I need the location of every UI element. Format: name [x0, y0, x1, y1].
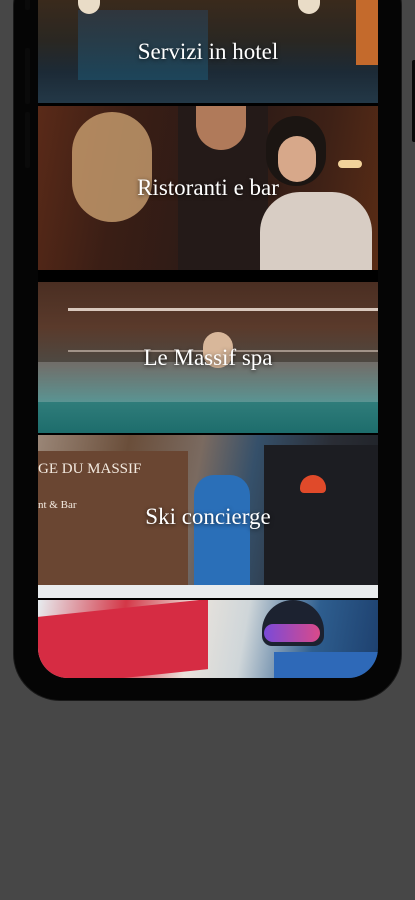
woman-sweater-image	[260, 192, 372, 270]
card-label: Le Massif spa	[143, 344, 273, 370]
app-screen: Servizi in hotel Ristoranti e bar Le Mas…	[38, 0, 378, 678]
blonde-guest-image	[72, 112, 152, 222]
phone-side-button	[25, 0, 30, 10]
skier-jacket-image	[274, 652, 378, 678]
railing-image	[68, 308, 378, 311]
card-restaurants-bars[interactable]: Ristoranti e bar	[38, 106, 378, 270]
card-spa[interactable]: Le Massif spa	[38, 282, 378, 433]
phone-volume-up-button	[25, 48, 30, 104]
blue-ski-suit-image	[194, 475, 250, 598]
card-hotel-services[interactable]: Servizi in hotel	[38, 0, 378, 103]
card-label: Ristoranti e bar	[137, 175, 279, 200]
card-ski-concierge[interactable]: GE DU MASSIF nt & Bar Ski concierge	[38, 435, 378, 598]
lobby-lamp-image	[298, 0, 320, 14]
phone-volume-down-button	[25, 112, 30, 168]
ski-goggles-image	[264, 624, 320, 642]
snow-ground-image	[38, 585, 378, 598]
race-banner-image	[38, 600, 208, 678]
card-ski-activities[interactable]	[38, 600, 378, 678]
chalet-sign-text: GE DU MASSIF	[38, 461, 142, 477]
ceiling-light-image	[338, 160, 362, 168]
card-label: Ski concierge	[145, 503, 271, 529]
card-label: Servizi in hotel	[137, 38, 279, 64]
